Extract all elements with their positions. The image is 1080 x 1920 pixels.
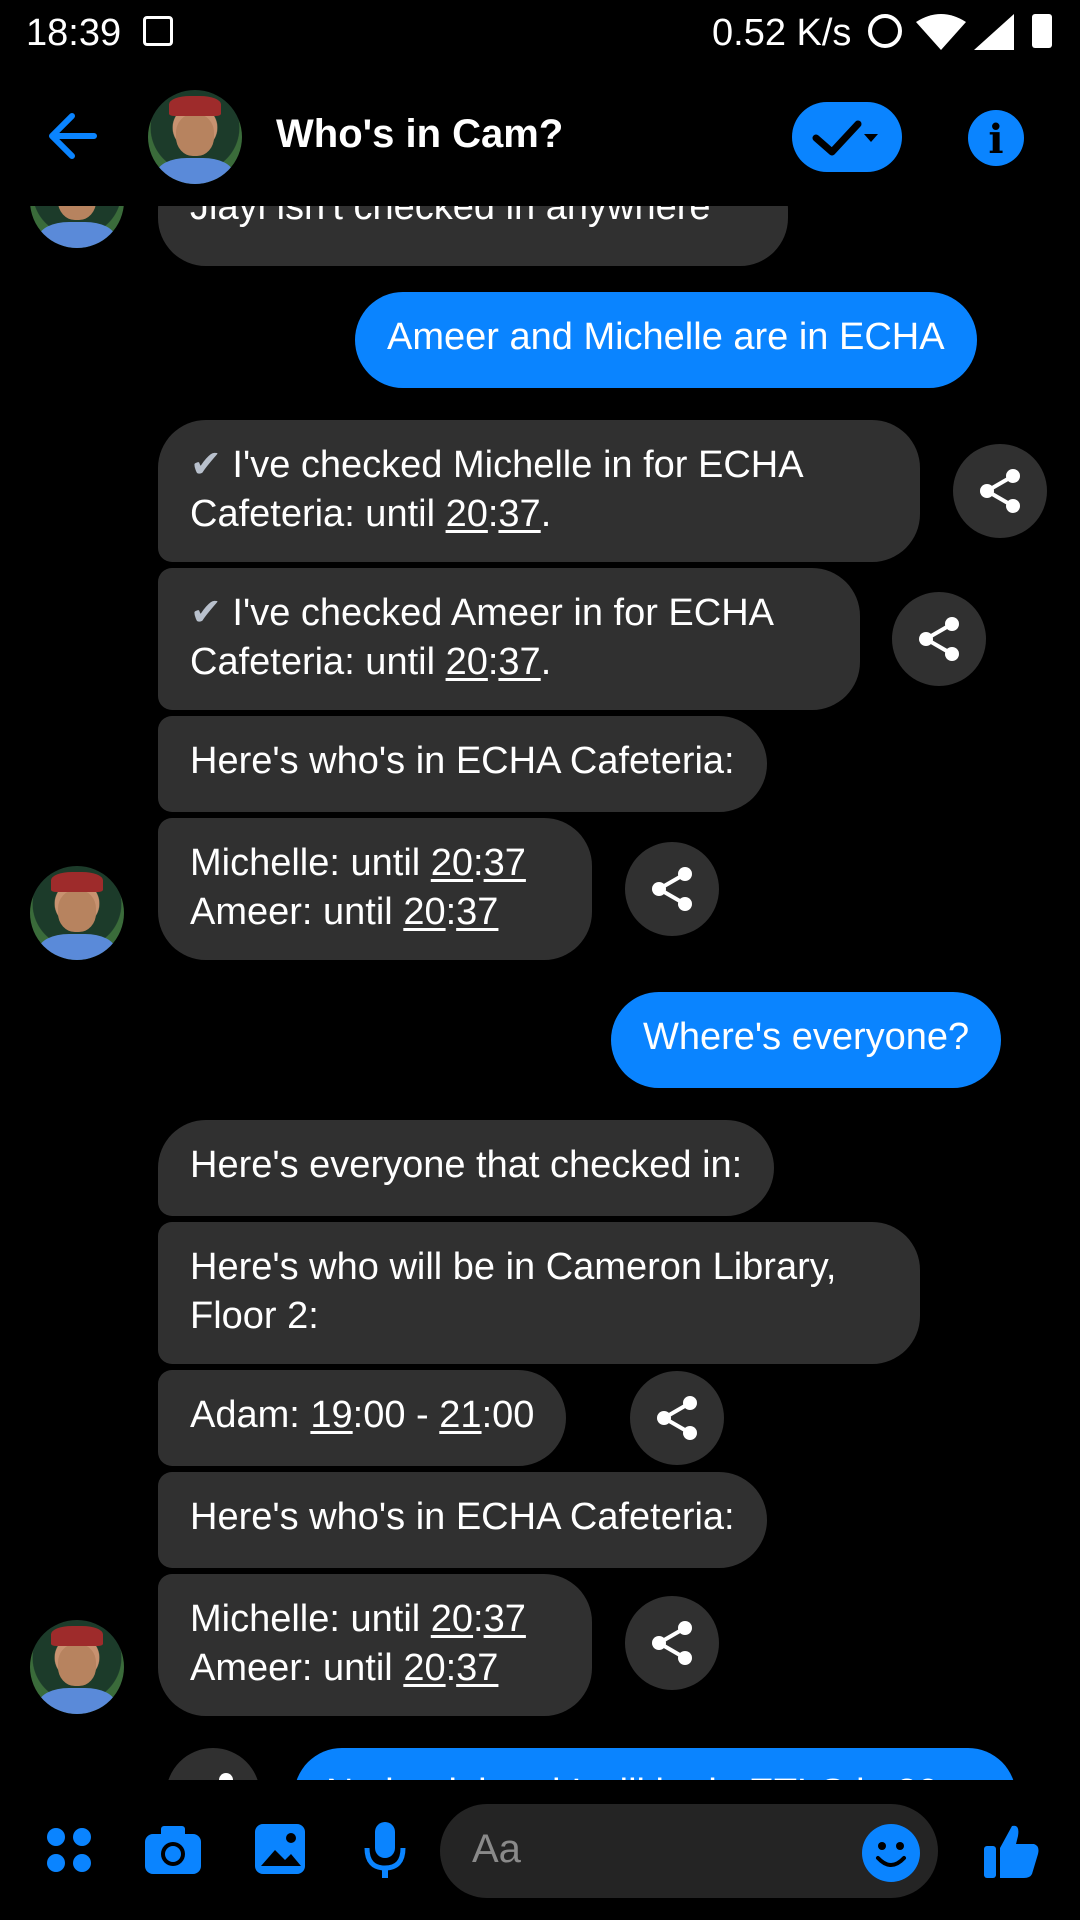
check-in-menu-button[interactable] (792, 102, 902, 172)
share-icon (652, 1621, 692, 1665)
share-button[interactable] (953, 444, 1047, 538)
status-bar: 18:39 0.52 K/s (0, 0, 1080, 66)
thumbs-up-icon[interactable] (982, 1820, 1042, 1882)
share-button[interactable] (166, 1748, 260, 1780)
message-text: Nathaniel and I will be in ETLC in 20 (326, 1772, 939, 1780)
check-icon: ✔ (190, 592, 222, 634)
message-bubble[interactable]: Adam: 19:00 - 21:00 (158, 1370, 567, 1466)
message-bubble[interactable]: Jiayi isn't checked in anywhere (158, 206, 788, 266)
avatar[interactable] (30, 206, 124, 248)
share-icon (919, 617, 959, 661)
message-bubble[interactable]: Here's who's in ECHA Cafeteria: (158, 716, 767, 812)
share-button[interactable] (625, 1596, 719, 1690)
camera-icon[interactable] (143, 1820, 203, 1878)
conversation-title[interactable]: Who's in Cam? (276, 112, 563, 157)
message-bubble[interactable]: Here's who's in ECHA Cafeteria: (158, 1472, 767, 1568)
message-bubble-outgoing[interactable]: Ameer and Michelle are in ECHA (355, 292, 977, 388)
alarm-icon (868, 14, 902, 48)
share-icon (980, 469, 1020, 513)
avatar[interactable] (30, 1620, 124, 1714)
signal-icon (974, 14, 1014, 50)
wifi-icon (916, 14, 966, 50)
message-bubble[interactable]: ✔ I've checked Michelle in for ECHA Cafe… (158, 420, 920, 562)
share-icon (652, 867, 692, 911)
message-bubble[interactable]: Here's who will be in Cameron Library, F… (158, 1222, 920, 1364)
message-bubble[interactable]: Michelle: until 20:37 Ameer: until 20:37 (158, 818, 592, 960)
emoji-button[interactable] (862, 1824, 920, 1882)
status-time: 18:39 (26, 12, 122, 54)
message-text: Ameer and Michelle are in ECHA (387, 316, 945, 358)
image-notification-icon (143, 16, 173, 46)
message-bubble-outgoing[interactable]: Where's everyone? (611, 992, 1002, 1088)
message-bubble[interactable]: ✔ I've checked Ameer in for ECHA Cafeter… (158, 568, 860, 710)
network-speed: 0.52 K/s (712, 12, 852, 54)
message-text: Jiayi isn't checked in anywhere (190, 206, 711, 228)
check-icon: ✔ (190, 444, 222, 486)
emoji-icon (876, 1842, 906, 1867)
image-icon[interactable] (253, 1820, 307, 1878)
avatar[interactable] (30, 866, 124, 960)
share-icon (219, 1773, 233, 1780)
info-button[interactable]: i (968, 110, 1024, 166)
message-text: Here's who's in ECHA Cafeteria: (190, 740, 735, 782)
info-icon: i (988, 116, 1004, 163)
message-bubble[interactable]: Michelle: until 20:37 Ameer: until 20:37 (158, 1574, 592, 1716)
message-text: Here's who's in ECHA Cafeteria: (190, 1496, 735, 1538)
share-button[interactable] (625, 842, 719, 936)
battery-icon (1032, 14, 1052, 48)
share-icon (657, 1396, 697, 1440)
menu-dots-icon[interactable] (44, 1820, 94, 1878)
message-bubble[interactable]: Here's everyone that checked in: (158, 1120, 775, 1216)
message-text: Here's everyone that checked in: (190, 1144, 743, 1186)
microphone-icon[interactable] (362, 1820, 408, 1882)
chat-header: Who's in Cam? i (0, 66, 1080, 206)
checkmark-icon (812, 120, 878, 156)
message-text: Where's everyone? (643, 1016, 970, 1058)
avatar[interactable] (148, 90, 242, 184)
share-button[interactable] (630, 1371, 724, 1465)
message-list[interactable]: Jiayi isn't checked in anywhere Ameer an… (0, 206, 1080, 1780)
back-arrow-icon[interactable] (44, 106, 104, 166)
message-bubble-outgoing[interactable]: Nathaniel and I will be in ETLC in 20 (294, 1748, 1016, 1780)
share-button[interactable] (892, 592, 986, 686)
